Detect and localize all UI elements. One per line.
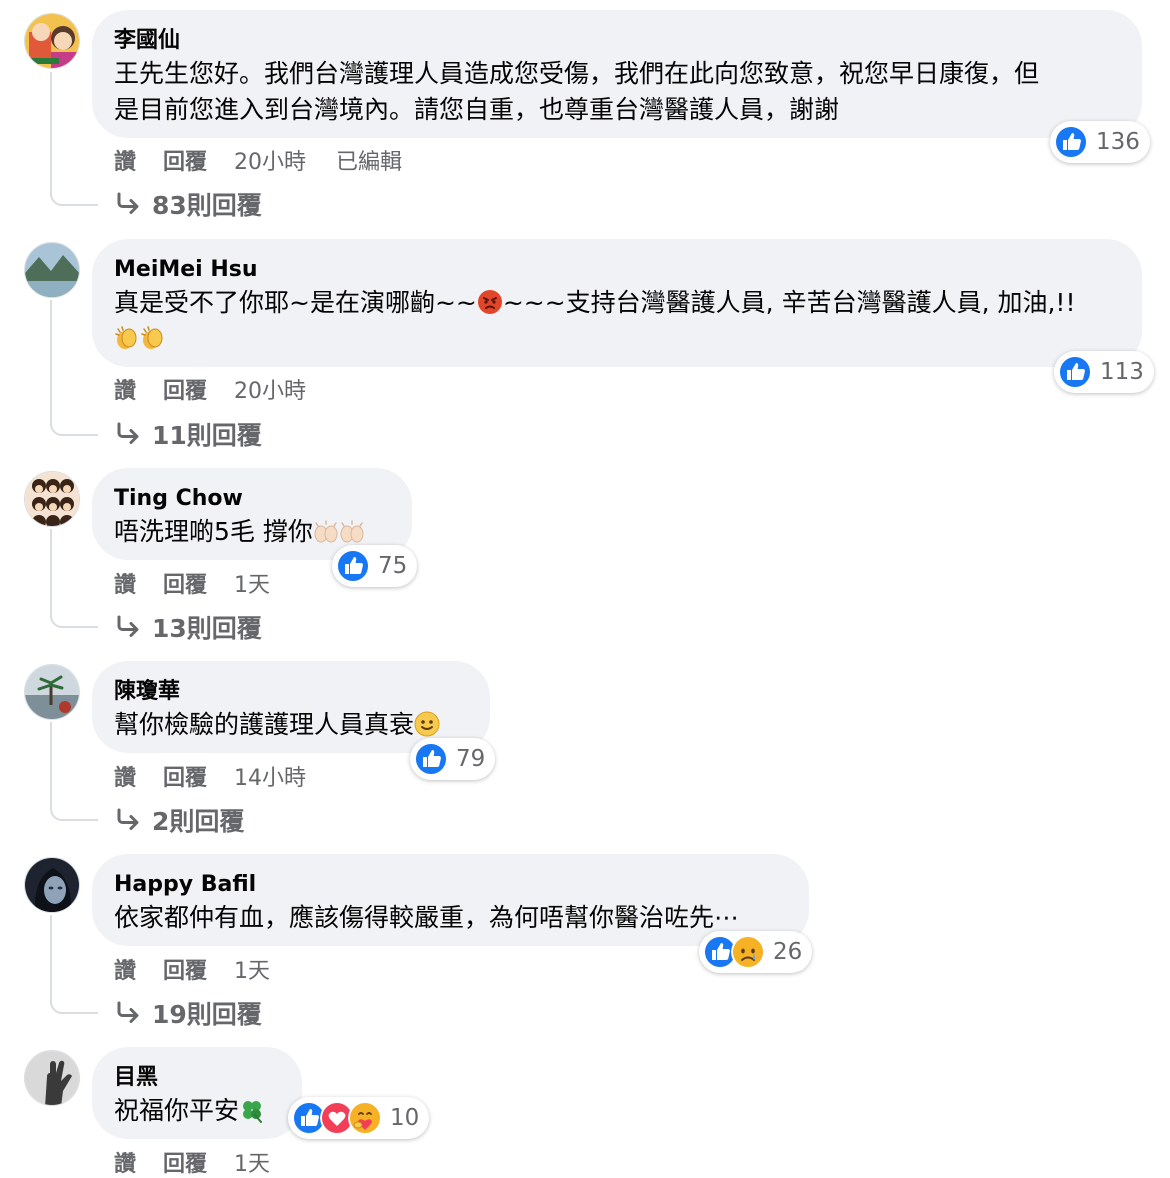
reaction-count: 79 [456, 746, 486, 772]
thread-line [50, 72, 98, 206]
reply-arrow-icon [114, 422, 142, 446]
comment-actions: 讚 回覆 1天 [114, 567, 300, 599]
reaction-summary[interactable]: 26 [699, 931, 813, 973]
comment-bubble: MeiMei Hsu 真是受不了你耶~是在演哪齣~~ ~~~支持台灣醫護人員, 辛… [92, 239, 1142, 367]
replies-count[interactable]: 19則回覆 [152, 995, 262, 1031]
thumbs-up-icon [1058, 355, 1092, 389]
comment-bubble: 李國仙 王先生您好。我們台灣護理人員造成您受傷，我們在此向您致意，祝您早日康復，… [92, 10, 1142, 138]
clapping-hands-icon [141, 326, 163, 349]
reply-arrow-icon [114, 615, 142, 639]
reply-arrow-icon [114, 192, 142, 216]
reaction-summary[interactable]: 136 [1050, 121, 1150, 163]
sad-face-icon [731, 935, 765, 969]
raised-hands-icon [340, 520, 364, 543]
replies-count[interactable]: 83則回覆 [152, 186, 262, 222]
comment-text-part: 唔洗理啲5毛 撐你 [114, 517, 313, 546]
comment-author[interactable]: Ting Chow [114, 484, 390, 514]
like-button[interactable]: 讚 [114, 144, 136, 176]
timestamp[interactable]: 20小時 [234, 373, 306, 405]
reply-button[interactable]: 回覆 [163, 144, 207, 176]
comment-actions: 讚 回覆 20小時 [114, 373, 336, 405]
avatar[interactable] [24, 1050, 80, 1106]
comment-emoji-line [114, 321, 1120, 357]
edited-label: 已編輯 [336, 150, 403, 175]
comment-bubble: 目黑 祝福你平安 [92, 1047, 302, 1139]
avatar[interactable] [24, 664, 80, 720]
view-replies-link[interactable]: 13則回覆 [114, 609, 262, 645]
comment-actions: 讚 回覆 14小時 [114, 760, 336, 792]
reaction-count: 113 [1100, 359, 1144, 385]
reaction-summary[interactable]: 75 [332, 545, 418, 587]
avatar[interactable] [24, 242, 80, 298]
timestamp[interactable]: 1天 [234, 953, 270, 985]
comment-actions: 讚 回覆 1天 [114, 1146, 300, 1178]
like-button[interactable]: 讚 [114, 1146, 136, 1178]
replies-count[interactable]: 13則回覆 [152, 609, 262, 645]
timestamp[interactable]: 1天 [234, 567, 270, 599]
comment-text-part: ~~~支持台灣醫護人員, 辛苦台灣醫護人員, 加油,!! [502, 288, 1076, 317]
reaction-count: 136 [1096, 129, 1140, 155]
reply-arrow-icon [114, 1001, 142, 1025]
raised-hands-icon [314, 520, 338, 543]
reply-button[interactable]: 回覆 [163, 1146, 207, 1178]
reaction-count: 26 [773, 939, 803, 965]
avatar[interactable] [24, 13, 80, 69]
view-replies-link[interactable]: 83則回覆 [114, 186, 262, 222]
comment-actions: 讚 回覆 1天 [114, 953, 300, 985]
comment-author[interactable]: 目黑 [114, 1063, 280, 1093]
like-button[interactable]: 讚 [114, 953, 136, 985]
avatar[interactable] [24, 857, 80, 913]
comment-text: 真是受不了你耶~是在演哪齣~~ ~~~支持台灣醫護人員, 辛苦台灣醫護人員, 加油… [114, 285, 1120, 321]
care-icon [348, 1101, 382, 1135]
thread-line [50, 529, 98, 628]
angry-face-icon [477, 290, 502, 314]
comment-text: 是目前您進入到台灣境內。請您自重，也尊重台灣醫護人員，謝謝 [114, 95, 840, 124]
view-replies-link[interactable]: 11則回覆 [114, 416, 262, 452]
reaction-summary[interactable]: 79 [410, 738, 496, 780]
like-button[interactable]: 讚 [114, 760, 136, 792]
reaction-summary[interactable]: 10 [288, 1097, 430, 1139]
comment-text: 依家都仲有血，應該傷得較嚴重，為何唔幫你醫治咗先⋯ [114, 903, 740, 932]
smile-face-icon [414, 711, 440, 737]
clapping-hands-icon [115, 326, 137, 349]
timestamp[interactable]: 14小時 [234, 760, 306, 792]
comment-text: 祝福你平安 [114, 1093, 280, 1129]
comment-author[interactable]: 李國仙 [114, 26, 1120, 56]
avatar[interactable] [24, 471, 80, 527]
reply-arrow-icon [114, 808, 142, 832]
timestamp[interactable]: 1天 [234, 1146, 270, 1178]
comment-author[interactable]: Happy Bafil [114, 870, 787, 900]
reaction-count: 10 [390, 1105, 420, 1131]
timestamp[interactable]: 20小時 [234, 144, 306, 176]
comment-bubble: Happy Bafil 依家都仲有血，應該傷得較嚴重，為何唔幫你醫治咗先⋯ [92, 854, 809, 946]
comment-text-part: 祝福你平安 [114, 1096, 240, 1125]
comment-text: 王先生您好。我們台灣護理人員造成您受傷，我們在此向您致意，祝您早日康復，但 [114, 59, 1040, 88]
replies-count[interactable]: 2則回覆 [152, 802, 244, 838]
comment-text: 幫你檢驗的護護理人員真衰 [114, 707, 468, 743]
thread-line [50, 915, 98, 1014]
comment-author[interactable]: 陳瓊華 [114, 677, 468, 707]
like-button[interactable]: 讚 [114, 373, 136, 405]
thread-line [50, 722, 98, 821]
thumbs-up-icon [414, 742, 448, 776]
reaction-count: 75 [378, 553, 408, 579]
view-replies-link[interactable]: 19則回覆 [114, 995, 262, 1031]
like-button[interactable]: 讚 [114, 567, 136, 599]
reply-button[interactable]: 回覆 [163, 373, 207, 405]
four-leaf-clover-icon [243, 1101, 263, 1123]
comment-actions: 讚 回覆 20小時 已編輯 [114, 144, 432, 176]
thumbs-up-icon [1054, 125, 1088, 159]
reply-button[interactable]: 回覆 [163, 953, 207, 985]
thumbs-up-icon [336, 549, 370, 583]
reply-button[interactable]: 回覆 [163, 760, 207, 792]
view-replies-link[interactable]: 2則回覆 [114, 802, 244, 838]
replies-count[interactable]: 11則回覆 [152, 416, 262, 452]
comment-text-part: 幫你檢驗的護護理人員真衰 [114, 710, 415, 739]
comment-author[interactable]: MeiMei Hsu [114, 255, 1120, 285]
thread-line [50, 300, 98, 436]
reaction-summary[interactable]: 113 [1054, 351, 1154, 393]
reply-button[interactable]: 回覆 [163, 567, 207, 599]
comment-text-part: 真是受不了你耶~是在演哪齣~~ [114, 288, 477, 317]
